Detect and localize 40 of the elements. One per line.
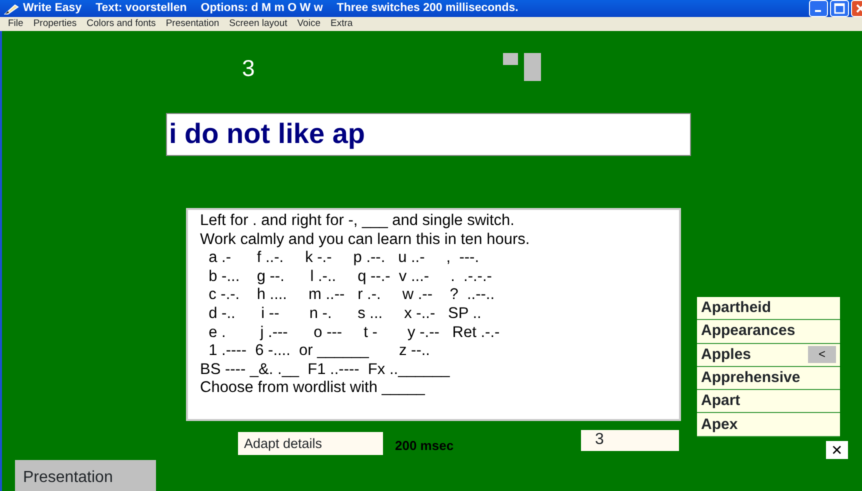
title-text: Text: voorstellen	[96, 0, 187, 16]
speed-text: 200 msec	[395, 437, 454, 455]
presentation-tab[interactable]: Presentation	[15, 460, 156, 491]
menu-item[interactable]: Properties	[29, 17, 83, 31]
menu-item[interactable]: Colors and fonts	[82, 17, 162, 31]
word-text[interactable]: Appearances	[701, 320, 796, 342]
word-text[interactable]: Apples	[701, 344, 752, 366]
title-text: Options: d M m O W w	[200, 0, 323, 16]
switch-count-field[interactable]: 3	[581, 430, 679, 451]
minimize-button[interactable]	[809, 0, 828, 17]
menu-item[interactable]: Voice	[293, 17, 326, 31]
switch-blocks-icon	[503, 53, 541, 81]
menu-item[interactable]: File	[4, 17, 30, 31]
pen-icon	[4, 2, 19, 14]
help-text: BS ---- _&. .__ F1 ..---- Fx ..______	[200, 360, 451, 380]
help-text: b -... g --. l .-.. q --.- v ...- . .-.-.-	[208, 268, 493, 286]
back-button[interactable]: <	[808, 346, 836, 364]
counter-text: 3	[242, 54, 255, 83]
help-text: Choose from wordlist with _____	[200, 379, 426, 398]
word-text[interactable]: Apprehensive	[701, 367, 800, 390]
word-text[interactable]: Apart	[701, 390, 740, 412]
text-field[interactable]: i do not like ap	[166, 113, 691, 156]
maximize-button[interactable]	[830, 0, 849, 17]
menu-item[interactable]: Extra	[326, 17, 359, 31]
menu-item[interactable]: Presentation	[162, 17, 226, 31]
help-text: 1 .---- 6 -.... or ______ z --..	[208, 342, 431, 361]
close-button[interactable]: ✕	[826, 441, 848, 459]
help-text: e . j .--- o --- t - y -.-- Ret .-.-	[208, 324, 501, 342]
help-text: a .- f ..-. k -.- p .--. u ..- , ---.	[208, 249, 480, 268]
help-text: d -.. i -- n -. s ... x -..- SP ..	[208, 304, 482, 324]
help-text: Left for . and right for -, ___ and single switch.	[200, 212, 516, 231]
title-text: Three switches 200 milliseconds.	[336, 0, 518, 16]
help-text: Work calmly and you can learn this in ten hours.	[200, 230, 531, 250]
window-title: Write Easy	[23, 0, 82, 16]
word-text[interactable]: Apex	[701, 414, 738, 436]
help-text: c -.-. h .... m ..-- r .-. w .-- ? ..--..	[208, 286, 496, 305]
adapt-details-button[interactable]: Adapt details	[238, 432, 383, 455]
maximize-icon	[834, 3, 845, 14]
word-text[interactable]: Apartheid	[701, 297, 772, 320]
menu-item[interactable]: Screen layout	[225, 17, 294, 31]
